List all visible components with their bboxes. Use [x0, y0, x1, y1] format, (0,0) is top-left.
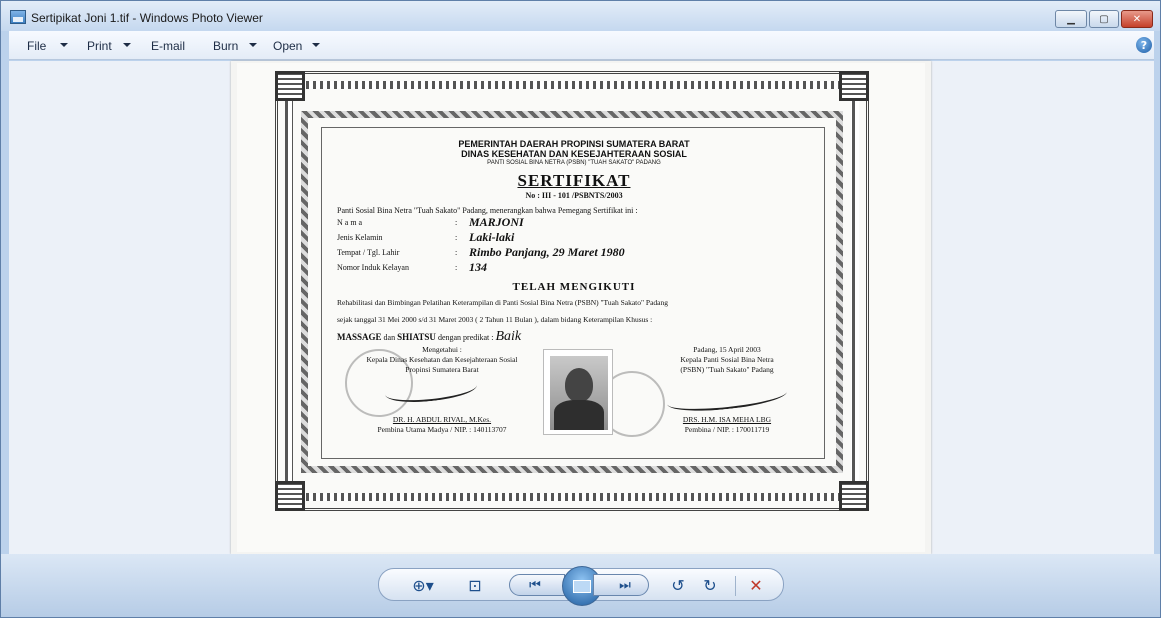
slideshow-icon — [573, 579, 591, 593]
next-button[interactable]: ⏭ — [593, 574, 649, 596]
corner-ornament — [275, 481, 305, 511]
skill-shiatsu: SHIATSU — [397, 332, 436, 342]
certificate-content: PEMERINTAH DAERAH PROPINSI SUMATERA BARA… — [337, 139, 811, 437]
chevron-down-icon[interactable] — [312, 43, 320, 47]
sig-left-nip: Pembina Utama Madya / NIP. : 140113707 — [377, 425, 507, 434]
chevron-down-icon[interactable] — [60, 43, 68, 47]
holder-photo — [543, 349, 613, 435]
sig-left-name: DR. H. ABDUL RIVAL, M.Kes. — [392, 415, 492, 424]
previous-button[interactable]: ⏮ — [509, 574, 565, 596]
image-viewport[interactable]: PEMERINTAH DAERAH PROPINSI SUMATERA BARA… — [9, 61, 1154, 554]
sig-right-line-1: Padang, 15 April 2003 — [693, 345, 761, 354]
divider — [735, 576, 736, 596]
header-line-1: PEMERINTAH DAERAH PROPINSI SUMATERA BARA… — [458, 139, 690, 149]
field-label: Jenis Kelamin — [337, 233, 383, 242]
field-label: N a m a — [337, 218, 363, 227]
menu-print[interactable]: Print — [87, 39, 112, 53]
field-value: MARJONI — [469, 215, 524, 229]
sig-left-line-2: Kepala Dinas Kesehatan dan Kesejahteraan… — [366, 355, 518, 364]
predicate-label: dengan predikat : — [435, 333, 496, 342]
sig-right-line-3: (PSBN) "Tuah Sakato" Padang — [680, 365, 774, 374]
certificate-title: SERTIFIKAT — [517, 171, 631, 190]
corner-ornament — [839, 71, 869, 101]
rotate-clockwise-icon[interactable]: ↻ — [699, 575, 721, 595]
portrait-image — [550, 356, 608, 430]
actual-size-icon[interactable]: ⊡ — [463, 575, 487, 595]
photo-viewer-window: Sertipikat Joni 1.tif - Windows Photo Vi… — [0, 0, 1161, 618]
field-row: Jenis Kelamin : Laki-laki — [337, 230, 811, 245]
field-colon: : — [455, 218, 458, 227]
close-button[interactable]: ✕ — [1121, 10, 1153, 28]
chevron-down-icon[interactable] — [123, 43, 131, 47]
paragraph-2: sejak tanggal 31 Mei 2000 s/d 31 Maret 2… — [337, 315, 653, 324]
header-line-3: PANTI SOSIAL BINA NETRA (PSBN) "TUAH SAK… — [487, 160, 661, 166]
corner-ornament — [839, 481, 869, 511]
navigation-bar: ⊕▾ ⊡ ⏮ ⏭ ↺ ↻ ✕ — [1, 554, 1160, 617]
field-row: N a m a : MARJONI — [337, 215, 811, 230]
menu-bar: File Print E-mail Burn Open ? — [9, 31, 1154, 60]
field-colon: : — [455, 248, 458, 257]
help-icon[interactable]: ? — [1136, 37, 1152, 53]
field-colon: : — [455, 263, 458, 272]
maximize-button[interactable]: ▢ — [1089, 10, 1119, 28]
window-title: Sertipikat Joni 1.tif - Windows Photo Vi… — [31, 11, 263, 25]
predicate-value: Baik — [495, 329, 522, 344]
menu-file[interactable]: File — [27, 39, 46, 53]
field-row: Tempat / Tgl. Lahir : Rimbo Panjang, 29 … — [337, 245, 811, 260]
corner-ornament — [275, 71, 305, 101]
field-value: Rimbo Panjang, 29 Maret 1980 — [469, 245, 625, 259]
playback-controls: ⊕▾ ⊡ ⏮ ⏭ ↺ ↻ ✕ — [378, 566, 784, 606]
certificate-paper: PEMERINTAH DAERAH PROPINSI SUMATERA BARA… — [237, 63, 925, 552]
paragraph-1: Rehabilitasi dan Bimbingan Pelatihan Ket… — [337, 298, 669, 307]
certificate-intro: Panti Sosial Bina Netra "Tuah Sakato" Pa… — [337, 206, 638, 215]
menu-email[interactable]: E-mail — [151, 39, 185, 53]
photo-viewer-icon — [10, 10, 26, 24]
chevron-down-icon[interactable] — [249, 43, 257, 47]
field-colon: : — [455, 233, 458, 242]
field-label: Nomor Induk Kelayan — [337, 263, 409, 272]
signatory-right: Padang, 15 April 2003 Kepala Panti Sosia… — [647, 345, 807, 435]
field-value: 134 — [469, 260, 487, 274]
sig-right-name: DRS. H.M. ISA MEHA LBG — [682, 415, 772, 424]
menu-open[interactable]: Open — [273, 39, 302, 53]
sig-right-nip: Pembina / NIP. : 170011719 — [684, 425, 770, 434]
header-line-2: DINAS KESEHATAN DAN KESEJAHTERAAN SOSIAL — [461, 149, 687, 159]
next-icon: ⏭ — [619, 577, 631, 593]
previous-icon: ⏮ — [529, 577, 541, 593]
minimize-button[interactable]: ▁ — [1055, 10, 1087, 28]
sig-right-line-2: Kepala Panti Sosial Bina Netra — [680, 355, 774, 364]
certificate-number: No : III - 101 /PSBNTS/2003 — [525, 191, 623, 200]
skill-and: dan — [381, 333, 398, 342]
signatory-left: Mengetahui : Kepala Dinas Kesehatan dan … — [337, 345, 547, 435]
menu-burn[interactable]: Burn — [213, 39, 238, 53]
zoom-icon[interactable]: ⊕▾ — [407, 575, 439, 595]
certificate-image: PEMERINTAH DAERAH PROPINSI SUMATERA BARA… — [231, 61, 931, 554]
field-row: Nomor Induk Kelayan : 134 — [337, 260, 811, 275]
skill-massage: MASSAGE — [337, 332, 382, 342]
sig-left-line-1: Mengetahui : — [422, 345, 462, 354]
rotate-counterclockwise-icon[interactable]: ↺ — [667, 575, 689, 595]
sig-left-line-3: Propinsi Sumatera Barat — [405, 365, 479, 374]
section-heading: TELAH MENGIKUTI — [512, 281, 636, 293]
field-label: Tempat / Tgl. Lahir — [337, 248, 400, 257]
skill-line: MASSAGE dan SHIATSU dengan predikat : Ba… — [337, 329, 811, 345]
title-bar[interactable]: Sertipikat Joni 1.tif - Windows Photo Vi… — [1, 1, 1160, 31]
field-value: Laki-laki — [469, 230, 515, 244]
delete-icon[interactable]: ✕ — [745, 575, 767, 595]
